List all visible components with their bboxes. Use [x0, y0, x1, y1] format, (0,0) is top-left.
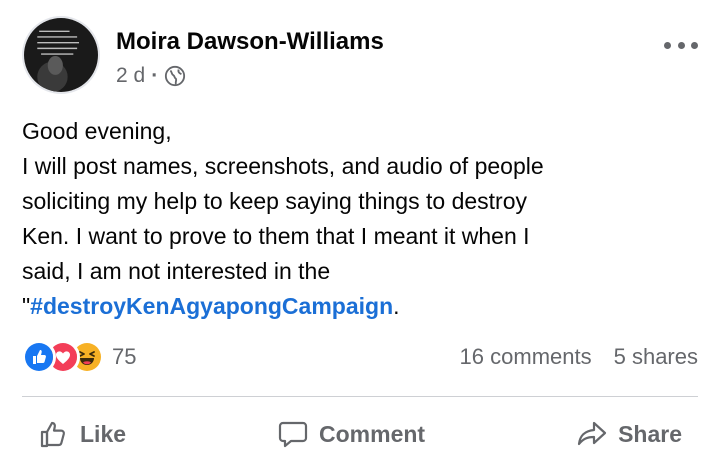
more-options-button[interactable]: [664, 38, 698, 52]
share-button[interactable]: Share: [560, 412, 698, 456]
divider: [22, 396, 698, 397]
post-time[interactable]: 2 d: [116, 64, 145, 88]
like-icon: [22, 340, 56, 374]
share-arrow-icon: [577, 421, 607, 446]
avatar-image: [24, 18, 98, 92]
like-button[interactable]: Like: [22, 412, 142, 456]
more-dot-icon: [677, 41, 685, 49]
comment-button[interactable]: Comment: [261, 412, 441, 456]
quote-mark: ": [22, 293, 31, 319]
post-line: soliciting my help to keep saying things…: [22, 188, 527, 214]
more-dot-icon: [664, 41, 671, 49]
action-bar: Like Comment Share: [22, 408, 698, 460]
author-name[interactable]: Moira Dawson-Williams: [116, 28, 384, 56]
comments-count-link[interactable]: 16 comments: [460, 344, 592, 370]
like-label: Like: [80, 420, 127, 447]
post-body: Good evening, I will post names, screens…: [22, 114, 702, 324]
facebook-post: Moira Dawson-Williams 2 d · Good evening…: [0, 0, 720, 466]
shares-count-link[interactable]: 5 shares: [614, 344, 698, 370]
post-line: Ken. I want to prove to them that I mean…: [22, 223, 530, 249]
engagement-stats: 16 comments 5 shares: [460, 344, 698, 370]
avatar[interactable]: [22, 16, 100, 94]
post-line: I will post names, screenshots, and audi…: [22, 153, 544, 179]
comment-icon: [278, 421, 308, 448]
post-line-last: "#destroyKenAgyapongCampaign.: [22, 289, 702, 324]
reaction-count: 75: [112, 344, 137, 369]
comment-label: Comment: [319, 420, 426, 447]
post-meta: 2 d ·: [116, 64, 186, 88]
post-line: Good evening,: [22, 118, 172, 144]
hashtag-link[interactable]: #destroyKenAgyapongCampaign: [30, 293, 393, 319]
reactions-summary[interactable]: 75: [22, 340, 136, 374]
share-label: Share: [618, 420, 682, 447]
period: .: [393, 293, 400, 319]
globe-icon[interactable]: [164, 65, 186, 87]
meta-separator: ·: [151, 64, 159, 87]
post-line: said, I am not interested in the: [22, 258, 331, 284]
more-dot-icon: [691, 41, 698, 49]
thumbs-up-icon: [40, 421, 65, 448]
